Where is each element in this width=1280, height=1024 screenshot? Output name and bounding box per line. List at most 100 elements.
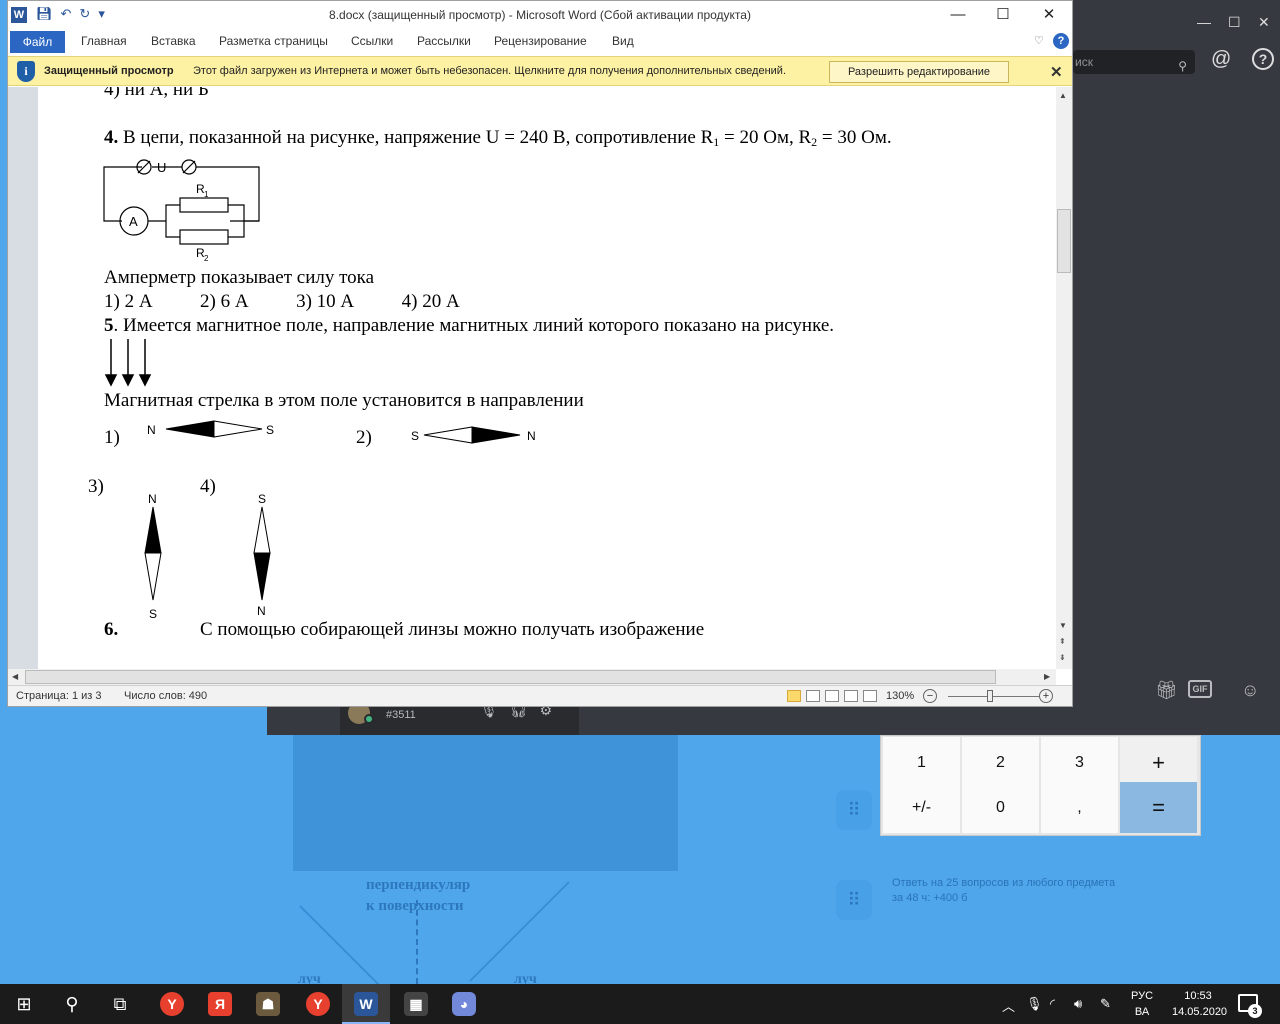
question-number: 5 bbox=[104, 315, 114, 336]
show-hidden-icons-icon[interactable]: ︿ bbox=[1002, 996, 1015, 1015]
option-4-label: 4) bbox=[200, 476, 216, 497]
start-button-icon[interactable]: ⊞ bbox=[0, 984, 48, 1024]
protected-view-message[interactable]: Этот файл загружен из Интернета и может … bbox=[193, 65, 786, 77]
enable-editing-button[interactable]: Разрешить редактирование bbox=[829, 61, 1009, 83]
discord-search-input[interactable]: иск ⚲ bbox=[1073, 50, 1195, 74]
bg-perpendicular-line bbox=[416, 900, 418, 984]
yandex-browser-icon[interactable]: Y bbox=[306, 992, 330, 1016]
resistor-label-r1-sub: 1 bbox=[204, 190, 209, 199]
calc-key-0[interactable]: 0 bbox=[962, 782, 1039, 833]
scroll-up-icon[interactable]: ▲ bbox=[1059, 91, 1067, 100]
protected-view-bar: i Защищенный просмотр Этот файл загружен… bbox=[8, 56, 1072, 86]
prev-page-icon[interactable]: ⇞ bbox=[1059, 637, 1066, 646]
document-area[interactable]: 4) ни А, ни Б 4. В цепи, показанной на р… bbox=[8, 87, 1056, 669]
pole-s: S bbox=[258, 492, 266, 506]
discord-taskbar-icon[interactable]: ◕ bbox=[452, 992, 476, 1016]
zoom-in-icon[interactable]: + bbox=[1039, 689, 1053, 703]
question-6: С помощью собирающей линзы можно получат… bbox=[200, 619, 705, 640]
gift-icon[interactable]: 🎁︎ bbox=[1155, 680, 1178, 701]
help-icon[interactable]: ? bbox=[1053, 33, 1069, 49]
calc-key-negate[interactable]: +/- bbox=[883, 782, 960, 833]
close-icon[interactable]: ✕ bbox=[1258, 14, 1270, 31]
word-taskbar-icon[interactable]: W bbox=[354, 992, 378, 1016]
calc-key-comma[interactable]: , bbox=[1041, 782, 1118, 833]
web-layout-view-icon[interactable] bbox=[825, 690, 839, 702]
zoom-slider[interactable] bbox=[948, 696, 1040, 697]
tab-references[interactable]: Ссылки bbox=[351, 34, 393, 48]
pole-s: S bbox=[411, 429, 419, 443]
help-icon[interactable]: ? bbox=[1252, 48, 1274, 70]
emoji-icon[interactable]: ☺ bbox=[1241, 680, 1259, 701]
window-title: 8.docx (защищенный просмотр) - Microsoft… bbox=[329, 8, 751, 22]
taskbar: ⊞ ⚲ ⧉ Y Я ☗ Y W ▦ ◕ ︿ 🎙︎ ◜ 🔊︎ ✎ РУС ВА 1… bbox=[0, 984, 1280, 1024]
scroll-down-icon[interactable]: ▼ bbox=[1059, 621, 1067, 630]
reading-view-icon[interactable] bbox=[806, 690, 820, 702]
minimize-button[interactable]: — bbox=[943, 5, 973, 25]
user-tag: #3511 bbox=[386, 709, 416, 721]
vertical-scroll-thumb[interactable] bbox=[1057, 209, 1071, 273]
close-button[interactable]: ✕ bbox=[1034, 5, 1064, 25]
pole-s: S bbox=[266, 423, 274, 437]
maximize-icon[interactable]: ☐ bbox=[1228, 14, 1241, 31]
minimize-icon[interactable]: — bbox=[1197, 14, 1211, 30]
game-app-icon[interactable]: ☗ bbox=[256, 992, 280, 1016]
calc-key-equals[interactable]: = bbox=[1120, 782, 1197, 833]
next-page-icon[interactable]: ⇟ bbox=[1059, 653, 1066, 662]
scroll-left-icon[interactable]: ◀ bbox=[12, 672, 18, 681]
calc-key-3[interactable]: 3 bbox=[1041, 737, 1118, 788]
question-4-prompt: Амперметр показывает силу тока bbox=[104, 267, 375, 288]
horizontal-scrollbar[interactable]: ◀ ▶ bbox=[8, 669, 1056, 685]
zoom-level[interactable]: 130% bbox=[886, 690, 914, 702]
doc-text: = 20 Ом, R bbox=[719, 127, 812, 148]
calc-key-1[interactable]: 1 bbox=[883, 737, 960, 788]
zoom-slider-thumb[interactable] bbox=[987, 690, 993, 702]
vertical-scrollbar[interactable]: ▲ ▼ ⇞ ⇟ bbox=[1056, 87, 1072, 669]
bg-text-line: к поверхности bbox=[366, 898, 464, 914]
outline-view-icon[interactable] bbox=[844, 690, 858, 702]
gif-icon[interactable]: GIF bbox=[1188, 680, 1212, 698]
tab-mailings[interactable]: Рассылки bbox=[417, 34, 471, 48]
mentions-icon[interactable]: @ bbox=[1211, 48, 1231, 71]
tab-insert[interactable]: Вставка bbox=[151, 34, 196, 48]
pole-n: N bbox=[527, 429, 536, 443]
page-count[interactable]: Страница: 1 из 3 bbox=[16, 690, 102, 702]
doc-text: = 30 Ом. bbox=[817, 127, 892, 148]
close-icon[interactable]: ✕ bbox=[1050, 63, 1063, 81]
input-language[interactable]: РУС ВА bbox=[1131, 988, 1153, 1020]
ribbon-collapse-icon[interactable]: ♡ bbox=[1034, 34, 1044, 47]
circuit-label-u: U bbox=[157, 160, 166, 175]
word-count[interactable]: Число слов: 490 bbox=[124, 690, 207, 702]
document-page[interactable]: 4) ни А, ни Б 4. В цепи, показанной на р… bbox=[38, 87, 1056, 669]
draft-view-icon[interactable] bbox=[863, 690, 877, 702]
yandex-browser-icon[interactable]: Y bbox=[160, 992, 184, 1016]
tab-file[interactable]: Файл bbox=[10, 31, 65, 53]
zoom-out-icon[interactable]: − bbox=[923, 689, 937, 703]
bg-ray bbox=[469, 881, 570, 982]
scroll-right-icon[interactable]: ▶ bbox=[1044, 672, 1050, 681]
search-icon[interactable]: ⚲ bbox=[48, 984, 96, 1024]
tab-page-layout[interactable]: Разметка страницы bbox=[219, 34, 328, 48]
maximize-button[interactable]: ☐ bbox=[988, 5, 1018, 25]
microphone-icon[interactable]: 🎙︎ bbox=[1026, 996, 1043, 1012]
pole-s: S bbox=[149, 607, 157, 621]
question-number: 4. bbox=[104, 127, 119, 148]
bg-promo-text: Ответь на 25 вопросов из любого предмета… bbox=[892, 876, 1122, 906]
word-window: W 💾︎ ↶ ↻ ▾ 8.docx (защищенный просмотр) - M… bbox=[7, 0, 1073, 707]
tab-review[interactable]: Рецензирование bbox=[494, 34, 587, 48]
horizontal-scroll-thumb[interactable] bbox=[25, 670, 996, 684]
calc-key-2[interactable]: 2 bbox=[962, 737, 1039, 788]
yandex-icon[interactable]: Я bbox=[208, 992, 232, 1016]
print-layout-view-icon[interactable] bbox=[787, 690, 801, 702]
question-5: 5. Имеется магнитное поле, направление м… bbox=[104, 315, 834, 337]
clock[interactable]: 10:53 14.05.2020 bbox=[1172, 988, 1227, 1020]
network-icon[interactable]: ◜ bbox=[1050, 996, 1055, 1012]
option-2-label: 2) bbox=[356, 427, 372, 448]
calculator-taskbar-icon[interactable]: ▦ bbox=[404, 992, 428, 1016]
tab-home[interactable]: Главная bbox=[81, 34, 127, 48]
task-view-icon[interactable]: ⧉ bbox=[96, 984, 144, 1024]
clock-time: 10:53 bbox=[1184, 990, 1212, 1002]
tab-view[interactable]: Вид bbox=[612, 34, 634, 48]
pen-icon[interactable]: ✎ bbox=[1100, 996, 1111, 1012]
volume-icon[interactable]: 🔊︎ bbox=[1074, 996, 1082, 1012]
calc-key-plus[interactable]: + bbox=[1120, 737, 1197, 788]
